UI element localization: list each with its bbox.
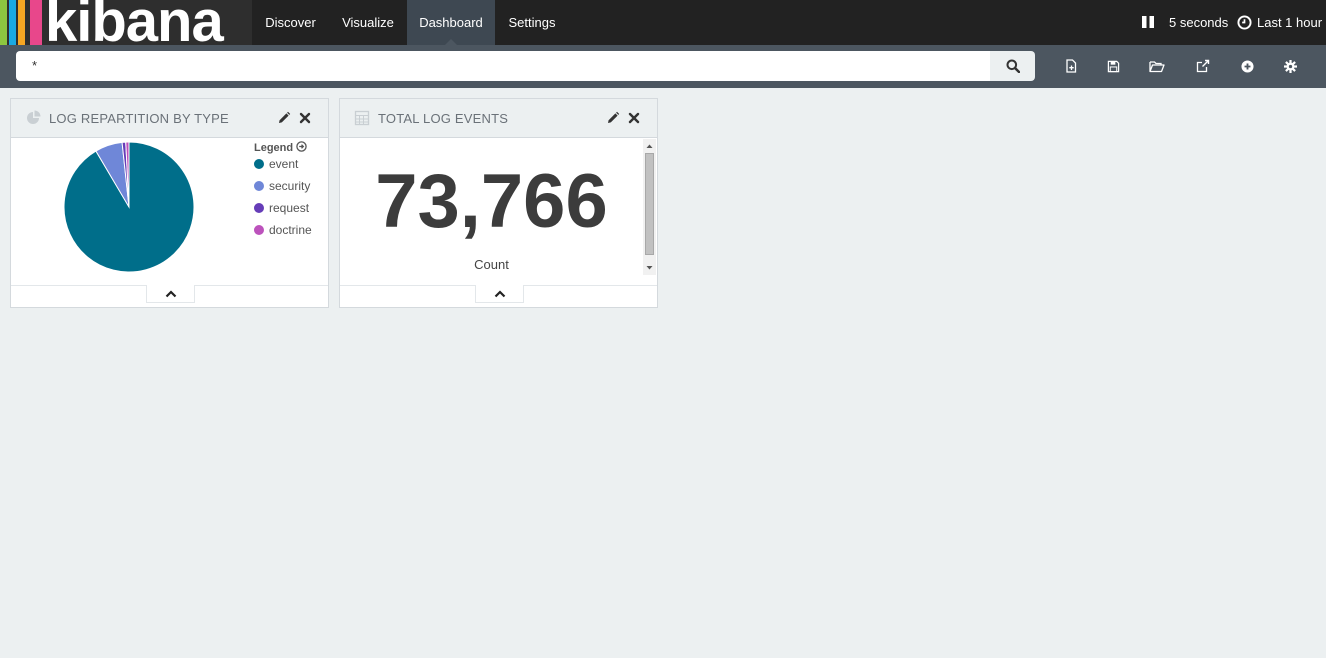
time-picker[interactable]: Last 1 hour <box>1237 0 1322 45</box>
calculator-icon <box>354 110 370 126</box>
legend-label: event <box>269 157 299 171</box>
add-panel-button[interactable] <box>1237 56 1257 76</box>
search-icon <box>1006 59 1020 73</box>
edit-icon[interactable] <box>277 111 291 125</box>
chevron-up-icon <box>494 289 505 297</box>
nav-dashboard[interactable]: Dashboard <box>407 0 495 45</box>
chevron-up-icon <box>165 289 176 297</box>
scrollbar[interactable] <box>643 139 656 275</box>
panel-header: TOTAL LOG EVENTS <box>340 99 657 138</box>
logo-bar-green <box>0 0 7 45</box>
save-dashboard-button[interactable] <box>1103 56 1123 76</box>
new-dashboard-button[interactable] <box>1061 56 1081 76</box>
search-button[interactable] <box>990 51 1035 81</box>
panel-footer <box>11 285 328 307</box>
panel-title: TOTAL LOG EVENTS <box>378 111 509 126</box>
share-icon <box>1196 59 1210 73</box>
arrow-circle-right-icon <box>296 141 307 152</box>
scroll-down-arrow-icon[interactable] <box>643 263 656 273</box>
legend-dot <box>254 181 264 191</box>
legend-dot <box>254 225 264 235</box>
logo-bar-yellow <box>18 0 25 45</box>
legend-item-request[interactable]: request <box>254 201 309 215</box>
save-icon <box>1107 60 1119 72</box>
edit-icon[interactable] <box>606 111 620 125</box>
panel-footer <box>340 285 657 307</box>
panel-title: LOG REPARTITION BY TYPE <box>49 111 229 126</box>
pause-icon <box>1142 16 1154 28</box>
legend-item-event[interactable]: event <box>254 157 298 171</box>
panel-header: LOG REPARTITION BY TYPE <box>11 99 328 138</box>
legend-item-security[interactable]: security <box>254 179 310 193</box>
logo-wordmark: kibana <box>45 0 224 45</box>
legend-label: doctrine <box>269 223 312 237</box>
pie-chart <box>63 141 195 273</box>
toggle-spy-button[interactable] <box>146 285 195 303</box>
add-panel-icon <box>1240 59 1254 73</box>
logo-bar-pink <box>30 0 42 45</box>
kibana-logo[interactable]: kibana <box>0 0 252 45</box>
close-icon[interactable] <box>627 111 641 125</box>
dashboard-settings-button[interactable] <box>1280 56 1300 76</box>
legend-label: request <box>269 201 310 215</box>
scroll-up-arrow-icon[interactable] <box>643 141 656 151</box>
query-bar: * <box>0 45 1326 88</box>
logo-bar-blue <box>9 0 16 45</box>
open-dashboard-button[interactable] <box>1147 56 1167 76</box>
nav-settings[interactable]: Settings <box>495 0 569 45</box>
legend-dot <box>254 203 264 213</box>
toggle-spy-button[interactable] <box>475 285 524 303</box>
search-input[interactable]: * <box>16 51 990 81</box>
nav-visualize[interactable]: Visualize <box>329 0 407 45</box>
close-icon[interactable] <box>298 111 312 125</box>
legend-dot <box>254 159 264 169</box>
scroll-thumb[interactable] <box>645 153 654 255</box>
settings-icon <box>1283 59 1297 73</box>
new-dashboard-icon <box>1066 59 1077 73</box>
pause-refresh-button[interactable] <box>1141 0 1157 45</box>
legend-label: security <box>269 179 311 193</box>
top-navbar: kibana Discover Visualize Dashboard Sett… <box>0 0 1326 45</box>
pie-panel: LOG REPARTITION BY TYPE Legend event sec… <box>10 98 329 308</box>
clock-icon <box>1237 15 1252 30</box>
legend-item-doctrine[interactable]: doctrine <box>254 223 312 237</box>
open-icon <box>1149 61 1165 73</box>
legend-title: Legend <box>254 142 294 154</box>
nav-discover[interactable]: Discover <box>252 0 329 45</box>
pie-chart-icon <box>27 110 41 124</box>
refresh-interval[interactable]: 5 seconds <box>1169 0 1228 45</box>
metric-panel: TOTAL LOG EVENTS 73,766 Count <box>339 98 658 308</box>
time-range-label: Last 1 hour <box>1257 15 1323 30</box>
metric-label: Count <box>474 257 509 272</box>
share-dashboard-button[interactable] <box>1193 56 1213 76</box>
metric-value: 73,766 <box>375 159 608 244</box>
legend-toggle[interactable]: Legend <box>254 141 307 154</box>
